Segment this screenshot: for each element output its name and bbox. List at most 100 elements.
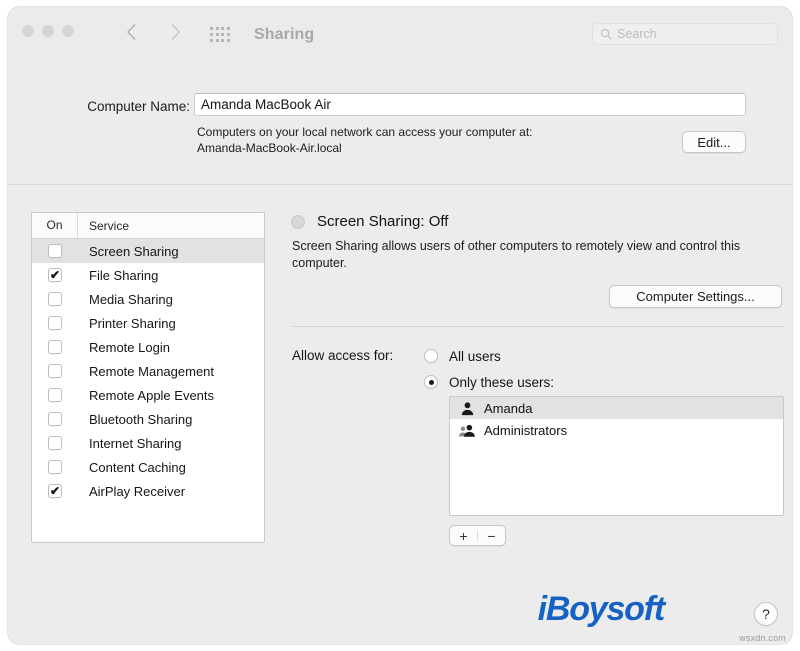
service-row[interactable]: ✔ File Sharing — [32, 263, 264, 287]
service-checkbox-cell: ✔ — [32, 460, 78, 474]
service-checkbox[interactable]: ✔ — [48, 292, 62, 306]
service-checkbox[interactable]: ✔ — [48, 268, 62, 282]
computer-name-label: Computer Name: — [55, 99, 190, 114]
search-field[interactable]: Search — [592, 23, 778, 45]
service-checkbox[interactable]: ✔ — [48, 412, 62, 426]
service-name-label: Printer Sharing — [78, 316, 176, 331]
column-header-service: Service — [78, 219, 129, 233]
access-radio-row[interactable]: Only these users: — [424, 371, 554, 393]
service-checkbox[interactable]: ✔ — [48, 460, 62, 474]
checkmark-icon: ✔ — [50, 485, 60, 497]
allow-access-label: Allow access for: — [292, 348, 393, 363]
service-row-list: ✔ Screen Sharing ✔ File Sharing ✔ Media Shari… — [32, 239, 264, 503]
service-detail-pane: Screen Sharing: Off Screen Sharing allow… — [287, 185, 792, 581]
service-name-label: AirPlay Receiver — [78, 484, 185, 499]
service-checkbox-cell: ✔ — [32, 292, 78, 306]
local-network-line1: Computers on your local network can acce… — [197, 124, 677, 140]
service-row[interactable]: ✔ Printer Sharing — [32, 311, 264, 335]
service-row[interactable]: ✔ Content Caching — [32, 455, 264, 479]
show-all-grid-icon[interactable] — [210, 27, 230, 43]
column-header-on: On — [32, 213, 78, 238]
computer-name-section: Computer Name: Amanda MacBook Air Comput… — [8, 59, 792, 184]
local-network-description: Computers on your local network can acce… — [197, 124, 677, 156]
computer-settings-button[interactable]: Computer Settings... — [609, 285, 782, 308]
user-icon — [458, 400, 476, 416]
radio-dot-icon — [429, 380, 434, 385]
service-checkbox-cell: ✔ — [32, 244, 78, 258]
close-button[interactable] — [22, 25, 34, 37]
watermark: wsxdn.com — [739, 633, 786, 643]
service-checkbox-cell: ✔ — [32, 388, 78, 402]
checkmark-icon: ✔ — [50, 269, 60, 281]
access-radio-label: All users — [449, 349, 501, 364]
user-list-item[interactable]: Amanda — [450, 397, 783, 419]
minimize-button[interactable] — [42, 25, 54, 37]
group-icon — [458, 422, 476, 438]
remove-user-button[interactable]: − — [478, 526, 505, 545]
iboysoft-logo: iBoysoft — [538, 590, 664, 629]
status-indicator-icon — [291, 215, 305, 229]
traffic-lights — [22, 25, 74, 37]
service-row[interactable]: ✔ Internet Sharing — [32, 431, 264, 455]
user-list-item[interactable]: Administrators — [450, 419, 783, 441]
forward-chevron-icon[interactable] — [163, 20, 187, 44]
service-name-label: Screen Sharing — [78, 244, 179, 259]
help-button[interactable]: ? — [754, 602, 778, 626]
service-checkbox[interactable]: ✔ — [48, 388, 62, 402]
service-checkbox[interactable]: ✔ — [48, 484, 62, 498]
window-title: Sharing — [254, 26, 314, 44]
service-name-label: Media Sharing — [78, 292, 173, 307]
service-status-title: Screen Sharing: Off — [317, 213, 448, 230]
service-checkbox-cell: ✔ — [32, 364, 78, 378]
service-checkbox-cell: ✔ — [32, 484, 78, 498]
service-checkbox-cell: ✔ — [32, 316, 78, 330]
service-name-label: Internet Sharing — [78, 436, 182, 451]
service-row[interactable]: ✔ Remote Apple Events — [32, 383, 264, 407]
computer-name-input[interactable]: Amanda MacBook Air — [194, 93, 746, 116]
service-checkbox-cell: ✔ — [32, 412, 78, 426]
service-checkbox[interactable]: ✔ — [48, 316, 62, 330]
service-name-label: Remote Apple Events — [78, 388, 214, 403]
user-add-remove-control[interactable]: + − — [449, 525, 506, 546]
zoom-button[interactable] — [62, 25, 74, 37]
edit-button[interactable]: Edit... — [682, 131, 746, 153]
service-status-row: Screen Sharing: Off — [291, 213, 448, 230]
service-name-label: Remote Management — [78, 364, 214, 379]
service-checkbox-cell: ✔ — [32, 436, 78, 450]
access-radio-row[interactable]: All users — [424, 345, 554, 367]
service-checkbox-cell: ✔ — [32, 268, 78, 282]
service-table-header: On Service — [32, 213, 264, 239]
local-network-line2: Amanda-MacBook-Air.local — [197, 140, 677, 156]
allowed-users-list[interactable]: Amanda Administrators — [449, 396, 784, 516]
service-name-label: Remote Login — [78, 340, 170, 355]
service-row[interactable]: ✔ Remote Management — [32, 359, 264, 383]
access-radio-button[interactable] — [424, 375, 438, 389]
service-checkbox[interactable]: ✔ — [48, 436, 62, 450]
access-radio-group: All users Only these users: — [424, 345, 554, 397]
search-icon — [600, 28, 612, 40]
main-panel: On Service ✔Screen Sharing✔File Sharing✔… — [8, 184, 792, 581]
service-row[interactable]: ✔ Media Sharing — [32, 287, 264, 311]
service-checkbox[interactable]: ✔ — [48, 244, 62, 258]
search-placeholder: Search — [617, 27, 657, 41]
section-divider — [292, 326, 784, 327]
service-row[interactable]: ✔Bluetooth Sharing — [32, 407, 264, 431]
add-user-button[interactable]: + — [450, 526, 477, 545]
user-name-label: Amanda — [484, 401, 532, 416]
service-row[interactable]: ✔ Screen Sharing — [32, 239, 264, 263]
service-description: Screen Sharing allows users of other com… — [292, 238, 784, 272]
title-bar: Sharing Search — [8, 7, 792, 60]
footer: iBoysoft ? wsxdn.com — [8, 580, 792, 644]
back-chevron-icon[interactable] — [120, 20, 144, 44]
service-checkbox-cell: ✔ — [32, 340, 78, 354]
access-radio-button[interactable] — [424, 349, 438, 363]
service-checkbox[interactable]: ✔ — [48, 364, 62, 378]
service-name-label: File Sharing — [78, 268, 158, 283]
service-name-label: Content Caching — [78, 460, 186, 475]
access-radio-label: Only these users: — [449, 375, 554, 390]
service-row[interactable]: ✔ Remote Login — [32, 335, 264, 359]
user-name-label: Administrators — [484, 423, 567, 438]
service-checkbox[interactable]: ✔ — [48, 340, 62, 354]
service-table[interactable]: On Service ✔Screen Sharing✔File Sharing✔… — [31, 212, 265, 543]
service-row[interactable]: ✔ AirPlay Receiver — [32, 479, 264, 503]
